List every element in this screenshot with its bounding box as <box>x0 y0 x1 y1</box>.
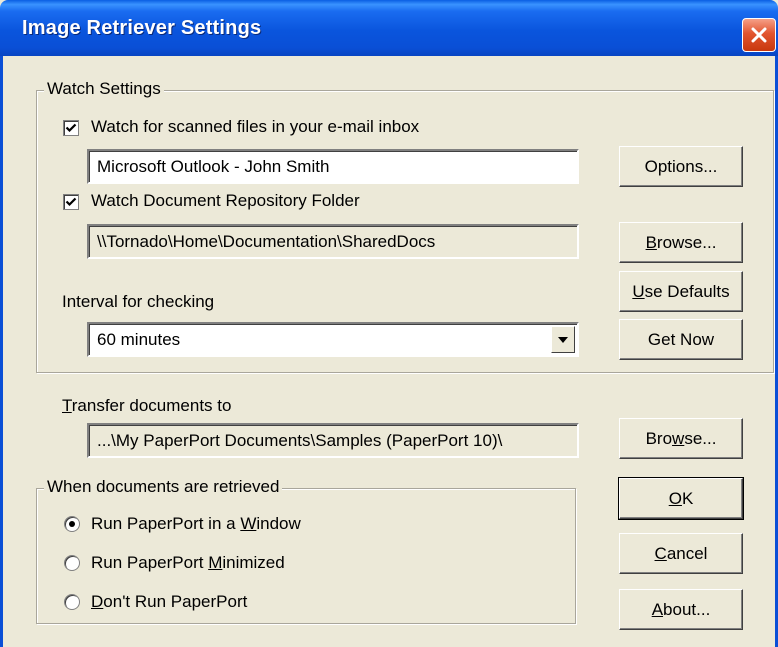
ok-label: OK <box>668 488 694 508</box>
repository-browse-button[interactable]: Browse... <box>619 222 743 263</box>
transfer-browse-label: Browse... <box>645 428 717 448</box>
retrieved-legend: When documents are retrieved <box>44 477 283 497</box>
run-window-radio[interactable] <box>64 516 80 532</box>
interval-dropdown-button[interactable] <box>551 326 575 353</box>
use-defaults-button[interactable]: Use Defaults <box>619 271 743 312</box>
transfer-folder-field[interactable]: ...\My PaperPort Documents\Samples (Pape… <box>87 423 579 458</box>
checkmark-icon <box>65 197 77 207</box>
email-account-field[interactable]: Microsoft Outlook - John Smith <box>87 149 579 184</box>
about-label: About... <box>651 599 711 619</box>
run-window-label[interactable]: Run PaperPort in a Window <box>91 514 301 534</box>
run-minimized-radio[interactable] <box>64 555 80 571</box>
options-button[interactable]: Options... <box>619 146 743 187</box>
interval-label: Interval for checking <box>62 292 215 311</box>
window-title: Image Retriever Settings <box>22 17 262 39</box>
close-icon <box>751 27 767 43</box>
ok-button[interactable]: OK <box>618 477 744 520</box>
email-watch-label[interactable]: Watch for scanned files in your e-mail i… <box>91 117 419 137</box>
repository-watch-checkbox[interactable] <box>63 194 79 210</box>
title-bar[interactable]: Image Retriever Settings <box>0 0 778 56</box>
get-now-button[interactable]: Get Now <box>619 319 743 360</box>
watch-settings-legend: Watch Settings <box>44 79 164 99</box>
interval-select-value: 60 minutes <box>97 330 181 349</box>
window-border-left <box>0 56 3 647</box>
interval-select[interactable]: 60 minutes <box>87 322 579 357</box>
cancel-label: Cancel <box>654 543 708 563</box>
close-button[interactable] <box>742 18 776 52</box>
repository-folder-field[interactable]: \\Tornado\Home\Documentation\SharedDocs <box>87 224 579 259</box>
dont-run-radio[interactable] <box>64 594 80 610</box>
repository-watch-label[interactable]: Watch Document Repository Folder <box>91 191 360 211</box>
about-button[interactable]: About... <box>619 589 743 630</box>
transfer-browse-button[interactable]: Browse... <box>619 418 743 459</box>
run-minimized-label[interactable]: Run PaperPort Minimized <box>91 553 285 573</box>
options-button-label: Options... <box>644 156 718 176</box>
dropdown-arrow-icon <box>558 336 568 343</box>
transfer-label: Transfer documents to <box>62 396 232 415</box>
cancel-button[interactable]: Cancel <box>619 533 743 574</box>
checkmark-icon <box>65 123 77 133</box>
radio-selected-dot <box>69 521 75 527</box>
use-defaults-label: Use Defaults <box>632 281 730 301</box>
email-watch-checkbox[interactable] <box>63 120 79 136</box>
dont-run-label[interactable]: Don't Run PaperPort <box>91 592 247 612</box>
get-now-label: Get Now <box>647 329 715 349</box>
repository-browse-label: Browse... <box>645 232 717 252</box>
